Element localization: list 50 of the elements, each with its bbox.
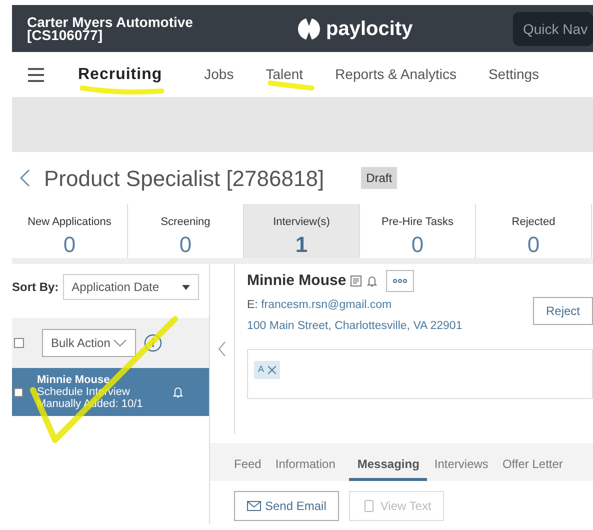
menu-icon (28, 68, 44, 82)
nav-tab[interactable]: Jobs (204, 64, 234, 85)
collapse-icon (218, 341, 226, 357)
nav-tab[interactable]: Talent (266, 64, 304, 85)
stage-tab[interactable]: Pre-Hire Tasks 0 (360, 204, 476, 258)
stage-tab[interactable]: Interview(s) 1 (244, 204, 360, 258)
stage-tab[interactable]: New Applications 0 (12, 204, 128, 258)
detail-tab[interactable]: Interviews (434, 455, 496, 481)
tags-field[interactable]: A (247, 349, 593, 399)
reject-button[interactable]: Reject (532, 296, 593, 324)
highlighter-mark (268, 80, 314, 92)
job-title: Product Specialist [2786818] (44, 164, 324, 193)
detail-tab[interactable]: Feed (234, 455, 268, 481)
more-button[interactable] (386, 270, 414, 292)
bell-icon (366, 275, 378, 288)
action-button[interactable]: Send Email (234, 491, 340, 521)
address-link[interactable]: 100 Main Street, Charlottesville, VA 22901 (247, 318, 462, 335)
email-label: E: (247, 298, 259, 310)
detail-tab[interactable]: Offer Letter (502, 455, 570, 481)
bell-icon (172, 386, 184, 398)
stage-tab[interactable]: Rejected 0 (476, 204, 592, 258)
document-icon (350, 275, 362, 288)
envelope-icon (247, 500, 261, 512)
detail-tab[interactable]: Messaging (349, 455, 428, 481)
nav-tab[interactable]: Settings (488, 64, 540, 85)
phone-icon (362, 500, 376, 512)
status-badge: Draft (361, 167, 398, 189)
logo-text: paylocity (326, 16, 413, 42)
caret-icon (182, 284, 190, 290)
nav-tab[interactable]: Recruiting (78, 62, 162, 86)
bulk-action-button[interactable]: Bulk Action (42, 329, 136, 357)
tag-chip[interactable]: A (254, 361, 280, 378)
quick-nav-field[interactable]: Quick Nav (513, 12, 593, 46)
row-checkbox[interactable] (14, 388, 23, 396)
candidate-name: Minnie Mouse (37, 374, 111, 386)
company-name: Carter Myers Automotive (27, 16, 194, 28)
close-icon (268, 366, 276, 374)
more-icon (393, 279, 408, 284)
chevron-icon (113, 339, 128, 347)
nav-tab[interactable]: Reports & Analytics (335, 64, 456, 85)
logo-icon (297, 16, 321, 40)
candidate-heading: Minnie Mouse (247, 271, 346, 291)
sort-dropdown[interactable]: Application Date (62, 274, 199, 300)
back-icon (20, 169, 30, 187)
sort-label: Sort By: (12, 279, 59, 296)
email-link[interactable]: francesm.rsn@gmail.com (261, 298, 392, 310)
company-code: [CS106077] (27, 28, 102, 42)
info-icon (144, 334, 162, 352)
detail-tab[interactable]: Information (275, 455, 342, 481)
select-all-checkbox[interactable] (14, 338, 24, 348)
